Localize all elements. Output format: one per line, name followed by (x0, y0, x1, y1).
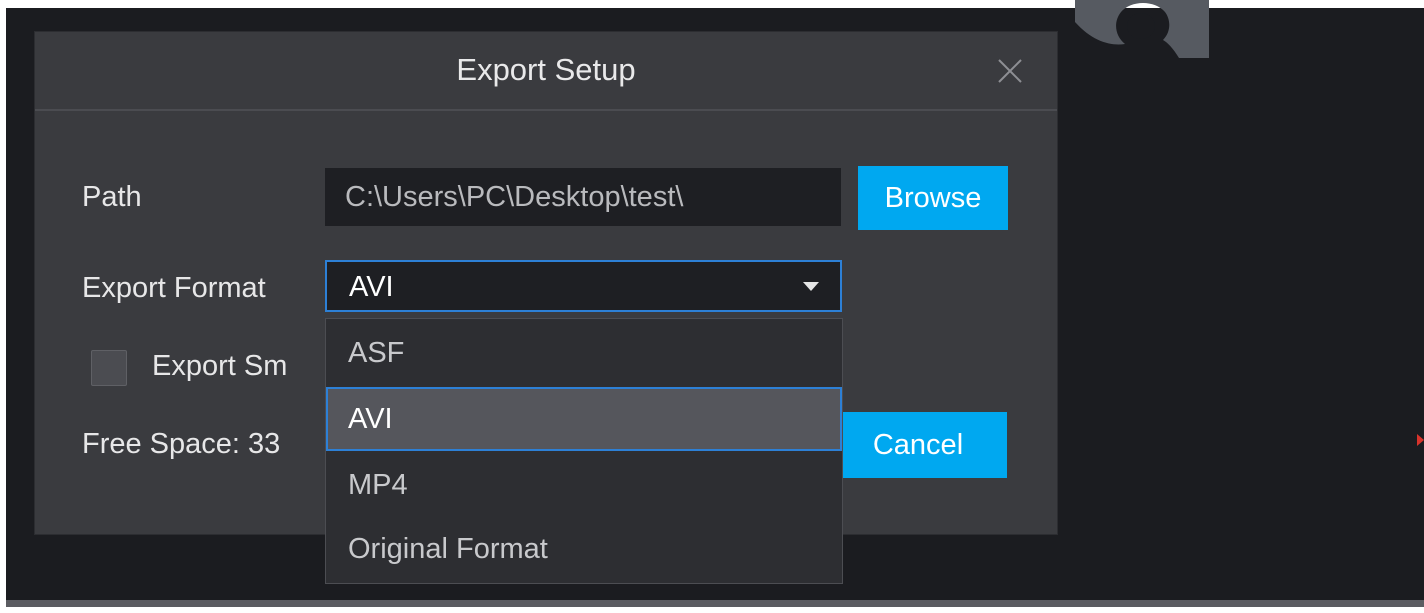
app-logo-icon (1075, 0, 1209, 58)
export-format-label: Export Format (82, 272, 266, 304)
export-small-label: Export Sm (152, 350, 288, 382)
path-label: Path (82, 181, 142, 213)
dropdown-option-avi[interactable]: AVI (326, 387, 842, 451)
path-input[interactable] (325, 168, 841, 226)
dialog-header: Export Setup (35, 32, 1057, 111)
dialog-title: Export Setup (456, 52, 636, 87)
free-space-label: Free Space: 33 (82, 428, 281, 460)
export-format-value: AVI (349, 271, 394, 303)
screen-edge-bottom (0, 607, 1424, 613)
dropdown-option-mp4[interactable]: MP4 (326, 453, 842, 517)
edge-marker-icon (1417, 434, 1424, 446)
dropdown-option-original-format[interactable]: Original Format (326, 517, 842, 581)
export-small-checkbox[interactable] (91, 350, 127, 386)
browse-button[interactable]: Browse (858, 166, 1008, 230)
screen-edge-left (0, 0, 6, 613)
close-icon[interactable] (995, 56, 1025, 86)
export-format-select[interactable]: AVI (325, 260, 842, 312)
chevron-down-icon (803, 282, 819, 291)
dropdown-option-asf[interactable]: ASF (326, 321, 842, 385)
screen-edge-top (0, 0, 1424, 8)
bottom-divider (6, 600, 1424, 607)
cancel-button[interactable]: Cancel (829, 412, 1007, 478)
export-format-dropdown: ASF AVI MP4 Original Format (325, 318, 843, 584)
